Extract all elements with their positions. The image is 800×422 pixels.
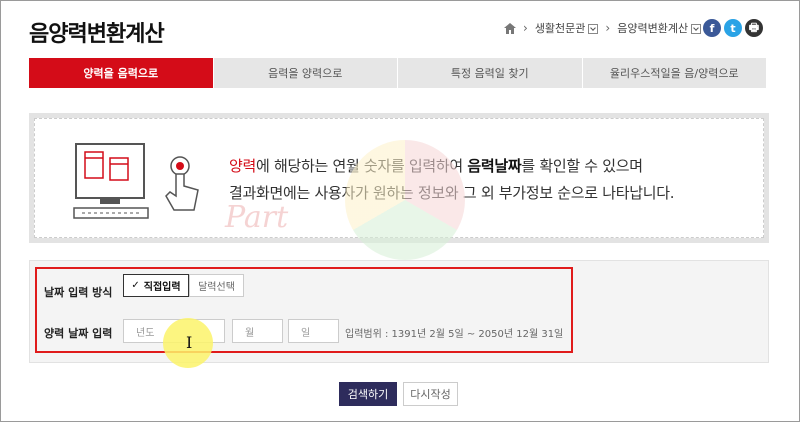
breadcrumb: › 생활천문관 › 음양력변환계산 [504, 20, 702, 36]
chevron-down-icon[interactable] [588, 24, 599, 34]
search-button[interactable]: 검색하기 [339, 382, 397, 406]
checkmark-icon: ✓ [131, 280, 140, 291]
calendar-select-button[interactable]: 달력선택 [189, 274, 244, 297]
tab-lunar-to-solar[interactable]: 음력을 양력으로 [212, 58, 398, 88]
social-buttons: f t 🖶 [703, 19, 763, 37]
watermark-circle [345, 140, 465, 260]
tab-bar: 양력을 음력으로 음력을 양력으로 특정 음력일 찾기 율리우스적일을 음/양력… [29, 58, 766, 88]
chevron-down-icon[interactable] [691, 24, 702, 34]
solar-date-label: 양력 날짜 입력 [44, 327, 113, 340]
computer-touch-icon [73, 143, 199, 219]
input-range-text: 입력범위 : 1391년 2월 5일 ~ 2050년 12월 31일 [345, 329, 564, 340]
day-input[interactable]: 일 [288, 319, 339, 343]
tab-find-lunar-date[interactable]: 특정 음력일 찾기 [397, 58, 582, 88]
page-title: 음양력변환계산 [29, 22, 165, 47]
tab-julian-day[interactable]: 율리우스적일을 음/양력으로 [581, 58, 767, 88]
input-mode-label: 날짜 입력 방식 [44, 286, 113, 299]
tab-solar-to-lunar[interactable]: 양력을 음력으로 [29, 58, 213, 88]
text-cursor-icon: I [186, 333, 193, 352]
month-input[interactable]: 월 [232, 319, 283, 343]
breadcrumb-item-current[interactable]: 음양력변환계산 [617, 20, 688, 36]
facebook-icon[interactable]: f [703, 19, 721, 37]
breadcrumb-item-category[interactable]: 생활천문관 [535, 20, 586, 36]
watermark-text: Part [225, 200, 289, 235]
chevron-right-icon: › [605, 21, 611, 35]
reset-button[interactable]: 다시작성 [403, 382, 458, 406]
direct-input-button[interactable]: ✓ 직접입력 [123, 274, 189, 297]
print-icon[interactable]: 🖶 [745, 19, 763, 37]
home-icon[interactable] [504, 22, 516, 34]
chevron-right-icon: › [523, 21, 528, 35]
twitter-icon[interactable]: t [724, 19, 742, 37]
